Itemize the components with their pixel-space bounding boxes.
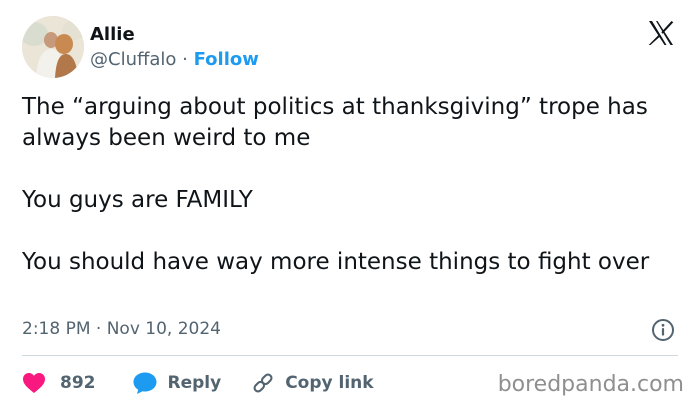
info-icon[interactable] (651, 318, 675, 342)
reply-label: Reply (167, 373, 222, 393)
reply-button[interactable]: Reply (132, 371, 222, 395)
heart-icon (22, 372, 46, 394)
tweet-paragraph: You guys are FAMILY (22, 187, 253, 213)
tweet-paragraph: The “arguing about politics at thanksgiv… (22, 94, 648, 151)
follow-button[interactable]: Follow (194, 49, 259, 70)
handle-separator: · (176, 49, 194, 70)
author-display-name[interactable]: Allie (90, 24, 135, 46)
author-meta-line: @Cluffalo · Follow (90, 49, 259, 71)
tweet-timestamp[interactable]: 2:18 PM · Nov 10, 2024 (22, 317, 221, 341)
copy-link-button[interactable]: Copy link (251, 371, 374, 395)
watermark: boredpanda.com (497, 372, 684, 397)
link-icon (251, 371, 275, 395)
x-logo-icon[interactable] (646, 18, 676, 48)
tweet-card: Allie @Cluffalo · Follow The “arguing ab… (0, 0, 700, 410)
tweet-actions: 892 Reply Copy link (22, 369, 374, 397)
tweet-text: The “arguing about politics at thanksgiv… (22, 92, 682, 278)
author-handle[interactable]: @Cluffalo (90, 49, 176, 70)
reply-bubble-icon (132, 371, 158, 395)
copy-link-label: Copy link (285, 373, 374, 393)
divider (22, 355, 678, 356)
like-count: 892 (60, 373, 96, 393)
avatar[interactable] (22, 16, 84, 78)
like-button[interactable]: 892 (22, 372, 96, 394)
tweet-paragraph: You should have way more intense things … (22, 249, 650, 275)
avatar-photo (22, 16, 84, 78)
